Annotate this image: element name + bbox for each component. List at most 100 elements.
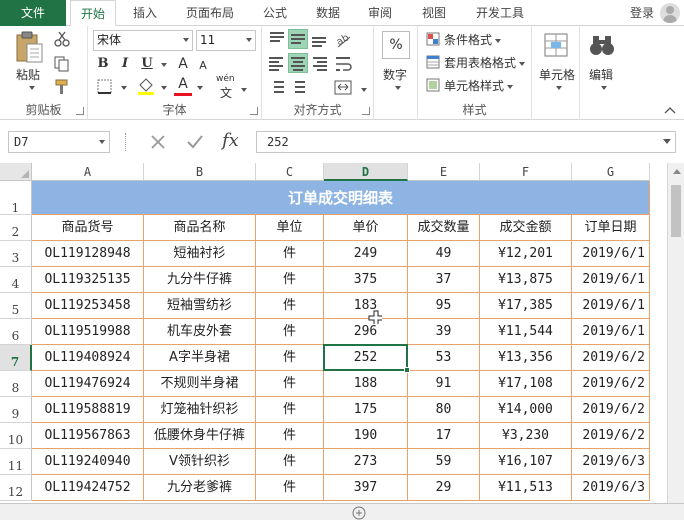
cells-icon[interactable]	[542, 31, 570, 59]
editing-button[interactable]: 编辑	[589, 66, 613, 83]
table-cell[interactable]: ¥17,108	[480, 371, 572, 397]
table-cell[interactable]: 2019/6/3	[572, 475, 650, 501]
column-header-b[interactable]: B	[144, 163, 256, 181]
column-heading-cell[interactable]: 单价	[324, 215, 408, 241]
column-heading-cell[interactable]: 成交数量	[408, 215, 480, 241]
collapse-ribbon-icon[interactable]	[664, 106, 676, 114]
alignment-launcher-icon[interactable]	[362, 107, 370, 115]
table-cell[interactable]: 37	[408, 267, 480, 293]
table-cell[interactable]: 2019/6/1	[572, 241, 650, 267]
table-cell[interactable]: ¥16,107	[480, 449, 572, 475]
insert-function-icon[interactable]: fx	[222, 130, 239, 151]
tab-home[interactable]: 开始	[70, 0, 116, 27]
percent-icon[interactable]: %	[382, 31, 410, 59]
table-cell[interactable]: OL119128948	[32, 241, 144, 267]
table-cell[interactable]: 397	[324, 475, 408, 501]
column-header-c[interactable]: C	[256, 163, 324, 181]
format-as-table-button[interactable]: 套用表格格式	[444, 54, 526, 71]
table-cell[interactable]: 49	[408, 241, 480, 267]
row-header-1[interactable]: 1	[0, 181, 32, 215]
row-header-4[interactable]: 4	[0, 267, 32, 293]
table-cell[interactable]: 九分老爹裤	[144, 475, 256, 501]
format-as-table-icon[interactable]	[426, 55, 440, 69]
column-heading-cell[interactable]: 订单日期	[572, 215, 650, 241]
column-heading-cell[interactable]: 商品名称	[144, 215, 256, 241]
tab-developer[interactable]: 开发工具	[468, 0, 532, 26]
tab-review[interactable]: 审阅	[358, 0, 402, 26]
clipboard-launcher-icon[interactable]	[76, 107, 84, 115]
table-cell[interactable]: 2019/6/1	[572, 267, 650, 293]
decrease-indent-icon[interactable]	[268, 78, 286, 96]
table-cell[interactable]: A字半身裙	[144, 345, 256, 371]
formula-input[interactable]: 252	[256, 131, 676, 153]
table-cell[interactable]: 不规则半身裙	[144, 371, 256, 397]
user-avatar-icon[interactable]	[660, 3, 680, 23]
table-cell[interactable]: 273	[324, 449, 408, 475]
table-cell[interactable]: 2019/6/1	[572, 293, 650, 319]
row-header-12[interactable]: 12	[0, 475, 32, 501]
table-cell[interactable]: 件	[256, 267, 324, 293]
row-header-9[interactable]: 9	[0, 397, 32, 423]
login-link[interactable]: 登录	[630, 0, 654, 26]
cells-button[interactable]: 单元格	[539, 66, 575, 83]
table-cell[interactable]: ¥14,000	[480, 397, 572, 423]
sheet-tab[interactable]	[256, 504, 326, 520]
cut-icon[interactable]	[54, 31, 70, 47]
table-cell[interactable]: OL119519988	[32, 319, 144, 345]
conditional-format-icon[interactable]	[426, 32, 440, 46]
cell-styles-icon[interactable]	[426, 78, 440, 92]
table-cell[interactable]: 件	[256, 475, 324, 501]
table-cell[interactable]: OL119253458	[32, 293, 144, 319]
table-cell[interactable]: 件	[256, 397, 324, 423]
font-grow-button[interactable]: A	[174, 55, 192, 73]
align-middle-icon[interactable]	[288, 29, 308, 49]
table-cell[interactable]: 低腰休身牛仔裤	[144, 423, 256, 449]
table-cell[interactable]: 59	[408, 449, 480, 475]
table-cell[interactable]: ¥11,544	[480, 319, 572, 345]
table-cell[interactable]: 件	[256, 319, 324, 345]
table-cell[interactable]: 39	[408, 319, 480, 345]
tab-page-layout[interactable]: 页面布局	[176, 0, 244, 26]
table-cell[interactable]: 2019/6/1	[572, 319, 650, 345]
table-cell[interactable]: 九分牛仔裤	[144, 267, 256, 293]
cancel-icon[interactable]	[150, 134, 166, 150]
font-size-select[interactable]: 11	[196, 30, 256, 51]
wrap-text-icon[interactable]	[334, 54, 354, 74]
table-cell[interactable]: 灯笼袖针织衫	[144, 397, 256, 423]
table-cell[interactable]: ¥12,201	[480, 241, 572, 267]
table-cell[interactable]: 190	[324, 423, 408, 449]
select-all-corner[interactable]	[0, 163, 32, 181]
paste-button[interactable]: 粘贴	[16, 66, 40, 83]
row-header-2[interactable]: 2	[0, 215, 32, 241]
align-bottom-icon[interactable]	[310, 30, 328, 48]
scroll-up-icon[interactable]	[673, 169, 681, 174]
worksheet-grid[interactable]: ABCDEFG 1 2 3 4 5 6 7 8 9 10 11 12 订单成交明细表 商品货号 商品名称单…	[0, 163, 684, 520]
table-cell[interactable]: 机车皮外套	[144, 319, 256, 345]
table-cell[interactable]: 249	[324, 241, 408, 267]
table-cell[interactable]: 件	[256, 241, 324, 267]
table-cell[interactable]: 件	[256, 449, 324, 475]
table-cell[interactable]: OL119325135	[32, 267, 144, 293]
bold-button[interactable]: B	[94, 55, 112, 73]
tab-formulas[interactable]: 公式	[254, 0, 296, 26]
table-cell[interactable]: OL119588819	[32, 397, 144, 423]
table-cell[interactable]: 件	[256, 423, 324, 449]
table-cell[interactable]: ¥17,385	[480, 293, 572, 319]
number-format-button[interactable]: 数字	[383, 66, 407, 83]
paste-icon[interactable]	[14, 30, 44, 64]
table-cell[interactable]: 53	[408, 345, 480, 371]
tab-insert[interactable]: 插入	[122, 0, 168, 26]
sheet-tab[interactable]	[176, 504, 248, 520]
table-cell[interactable]: 短袖衬衫	[144, 241, 256, 267]
row-header-6[interactable]: 6	[0, 319, 32, 345]
table-cell[interactable]: OL119408924	[32, 345, 144, 371]
add-sheet-icon[interactable]	[352, 506, 366, 520]
table-cell[interactable]: 件	[256, 345, 324, 371]
row-header-5[interactable]: 5	[0, 293, 32, 319]
phonetic-button[interactable]: wén	[216, 74, 235, 84]
column-heading-cell[interactable]: 成交金额	[480, 215, 572, 241]
table-cell[interactable]: 2019/6/2	[572, 397, 650, 423]
column-header-e[interactable]: E	[408, 163, 480, 181]
row-header-7[interactable]: 7	[0, 345, 32, 371]
table-cell[interactable]: 80	[408, 397, 480, 423]
